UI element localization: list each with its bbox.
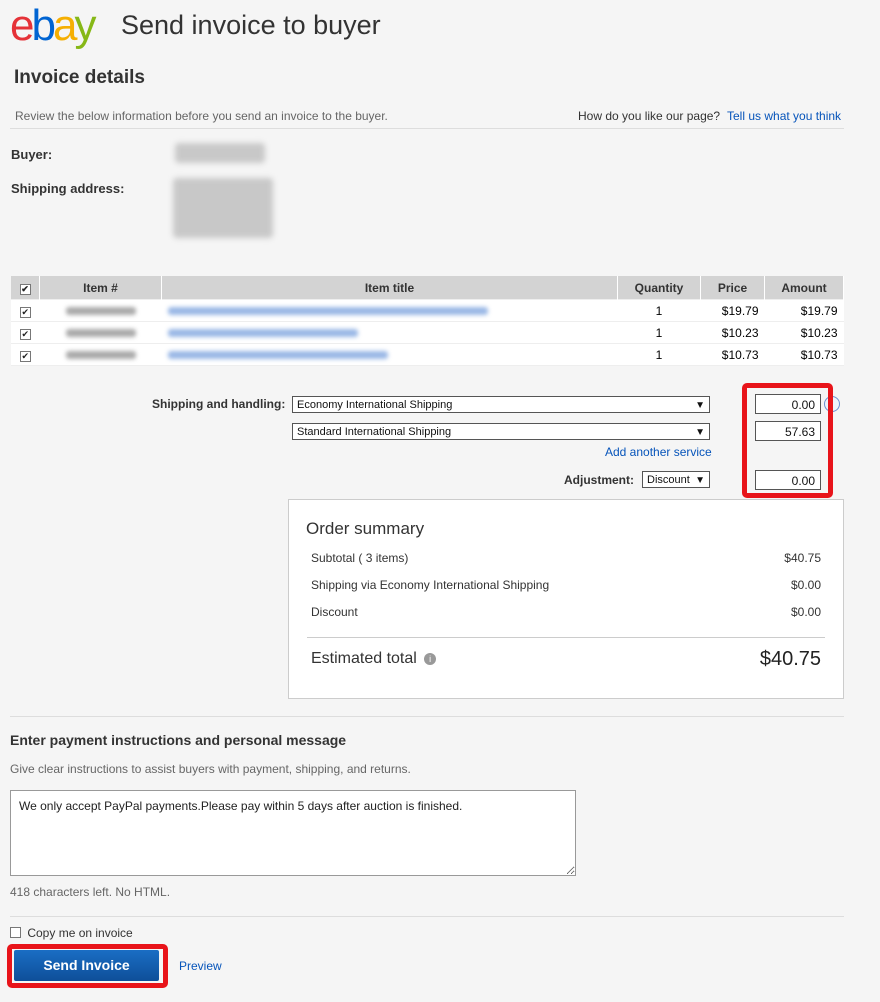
divider xyxy=(10,716,844,717)
shipping-service-1-select[interactable]: Economy International Shipping ▼ xyxy=(292,396,710,413)
table-row: ✔ 1 $10.23 $10.23 xyxy=(11,322,844,344)
shipping-summary-label: Shipping via Economy International Shipp… xyxy=(311,578,550,592)
item-price: $10.23 xyxy=(721,325,759,340)
review-text: Review the below information before you … xyxy=(15,109,388,123)
dropdown-arrow-icon: ▼ xyxy=(695,400,705,411)
shipping-address-redacted xyxy=(173,178,273,238)
item-quantity: 1 xyxy=(655,325,663,340)
item-title-link-redacted[interactable] xyxy=(162,300,618,322)
summary-divider xyxy=(307,637,825,638)
highlight-annotation-box xyxy=(7,944,168,988)
ebay-logo[interactable]: ebay xyxy=(10,2,96,50)
preview-link[interactable]: Preview xyxy=(179,959,222,973)
buyer-label: Buyer: xyxy=(11,147,53,162)
page-title: Send invoice to buyer xyxy=(121,10,381,40)
copy-me-label: Copy me on invoice xyxy=(27,926,133,940)
shipping-summary-value: $0.00 xyxy=(790,578,821,592)
adjustment-label: Adjustment: xyxy=(564,473,634,487)
order-summary-title: Order summary xyxy=(306,519,425,538)
select-all-header[interactable]: ✔ xyxy=(11,276,40,300)
col-quantity: Quantity xyxy=(617,276,701,300)
add-another-service-link[interactable]: Add another service xyxy=(605,445,712,459)
message-hint: Give clear instructions to assist buyers… xyxy=(10,762,411,776)
dropdown-arrow-icon: ▼ xyxy=(695,475,705,486)
message-section-title: Enter payment instructions and personal … xyxy=(10,732,347,748)
col-item-title: Item title xyxy=(161,276,618,300)
item-price: $19.79 xyxy=(721,303,759,318)
row-checkbox[interactable]: ✔ xyxy=(19,328,31,340)
items-table: ✔ Item # Item title Quantity Price Amoun… xyxy=(11,276,844,366)
item-amount: $10.73 xyxy=(800,347,838,362)
highlight-annotation-box xyxy=(742,383,833,498)
item-number-redacted xyxy=(40,322,162,344)
feedback-link[interactable]: Tell us what you think xyxy=(727,109,841,123)
col-amount: Amount xyxy=(764,276,844,300)
item-number-redacted xyxy=(40,300,162,322)
row-checkbox[interactable]: ✔ xyxy=(19,350,31,362)
shipping-address-label: Shipping address: xyxy=(11,181,125,196)
item-quantity: 1 xyxy=(655,303,663,318)
shipping-handling-label: Shipping and handling: xyxy=(152,397,286,411)
select-all-checkbox[interactable]: ✔ xyxy=(19,283,31,295)
col-price: Price xyxy=(700,276,765,300)
help-icon[interactable]: i xyxy=(424,653,437,665)
feedback-question: How do you like our page? xyxy=(578,109,721,123)
subtotal-row: Subtotal ( 3 items) $40.75 xyxy=(311,551,821,565)
subtotal-value: $40.75 xyxy=(784,551,821,565)
item-amount: $10.23 xyxy=(800,325,838,340)
table-header-row: ✔ Item # Item title Quantity Price Amoun… xyxy=(11,276,844,300)
discount-value: $0.00 xyxy=(790,605,821,619)
item-quantity: 1 xyxy=(655,347,663,362)
adjustment-type-select[interactable]: Discount ▼ xyxy=(642,471,710,488)
shipping-service-2-select[interactable]: Standard International Shipping ▼ xyxy=(292,423,710,440)
divider xyxy=(10,128,844,129)
order-summary-panel: Order summary Subtotal ( 3 items) $40.75… xyxy=(288,499,844,699)
estimated-total-row: Estimated total i $40.75 xyxy=(311,648,821,670)
copy-me-option[interactable]: Copy me on invoice xyxy=(10,926,133,940)
item-number-redacted xyxy=(40,344,162,366)
shipping-row: Shipping via Economy International Shipp… xyxy=(311,578,821,592)
col-item-number: Item # xyxy=(39,276,162,300)
buyer-name-redacted xyxy=(175,143,265,163)
personal-message-textarea[interactable] xyxy=(10,790,576,876)
dropdown-arrow-icon: ▼ xyxy=(695,427,705,438)
table-row: ✔ 1 $19.79 $19.79 xyxy=(11,300,844,322)
discount-label: Discount xyxy=(311,605,358,619)
copy-me-checkbox[interactable] xyxy=(10,927,21,938)
estimated-total-label: Estimated total xyxy=(311,650,417,667)
discount-row: Discount $0.00 xyxy=(311,605,821,619)
table-row: ✔ 1 $10.73 $10.73 xyxy=(11,344,844,366)
section-title: Invoice details xyxy=(14,67,145,88)
row-checkbox[interactable]: ✔ xyxy=(19,306,31,318)
item-title-link-redacted[interactable] xyxy=(162,322,618,344)
characters-left: 418 characters left. No HTML. xyxy=(10,885,171,899)
estimated-total-value: $40.75 xyxy=(759,648,821,670)
item-price: $10.73 xyxy=(721,347,759,362)
divider xyxy=(10,916,844,917)
subtotal-label: Subtotal ( 3 items) xyxy=(311,551,409,565)
item-amount: $19.79 xyxy=(800,303,838,318)
item-title-link-redacted[interactable] xyxy=(162,344,618,366)
